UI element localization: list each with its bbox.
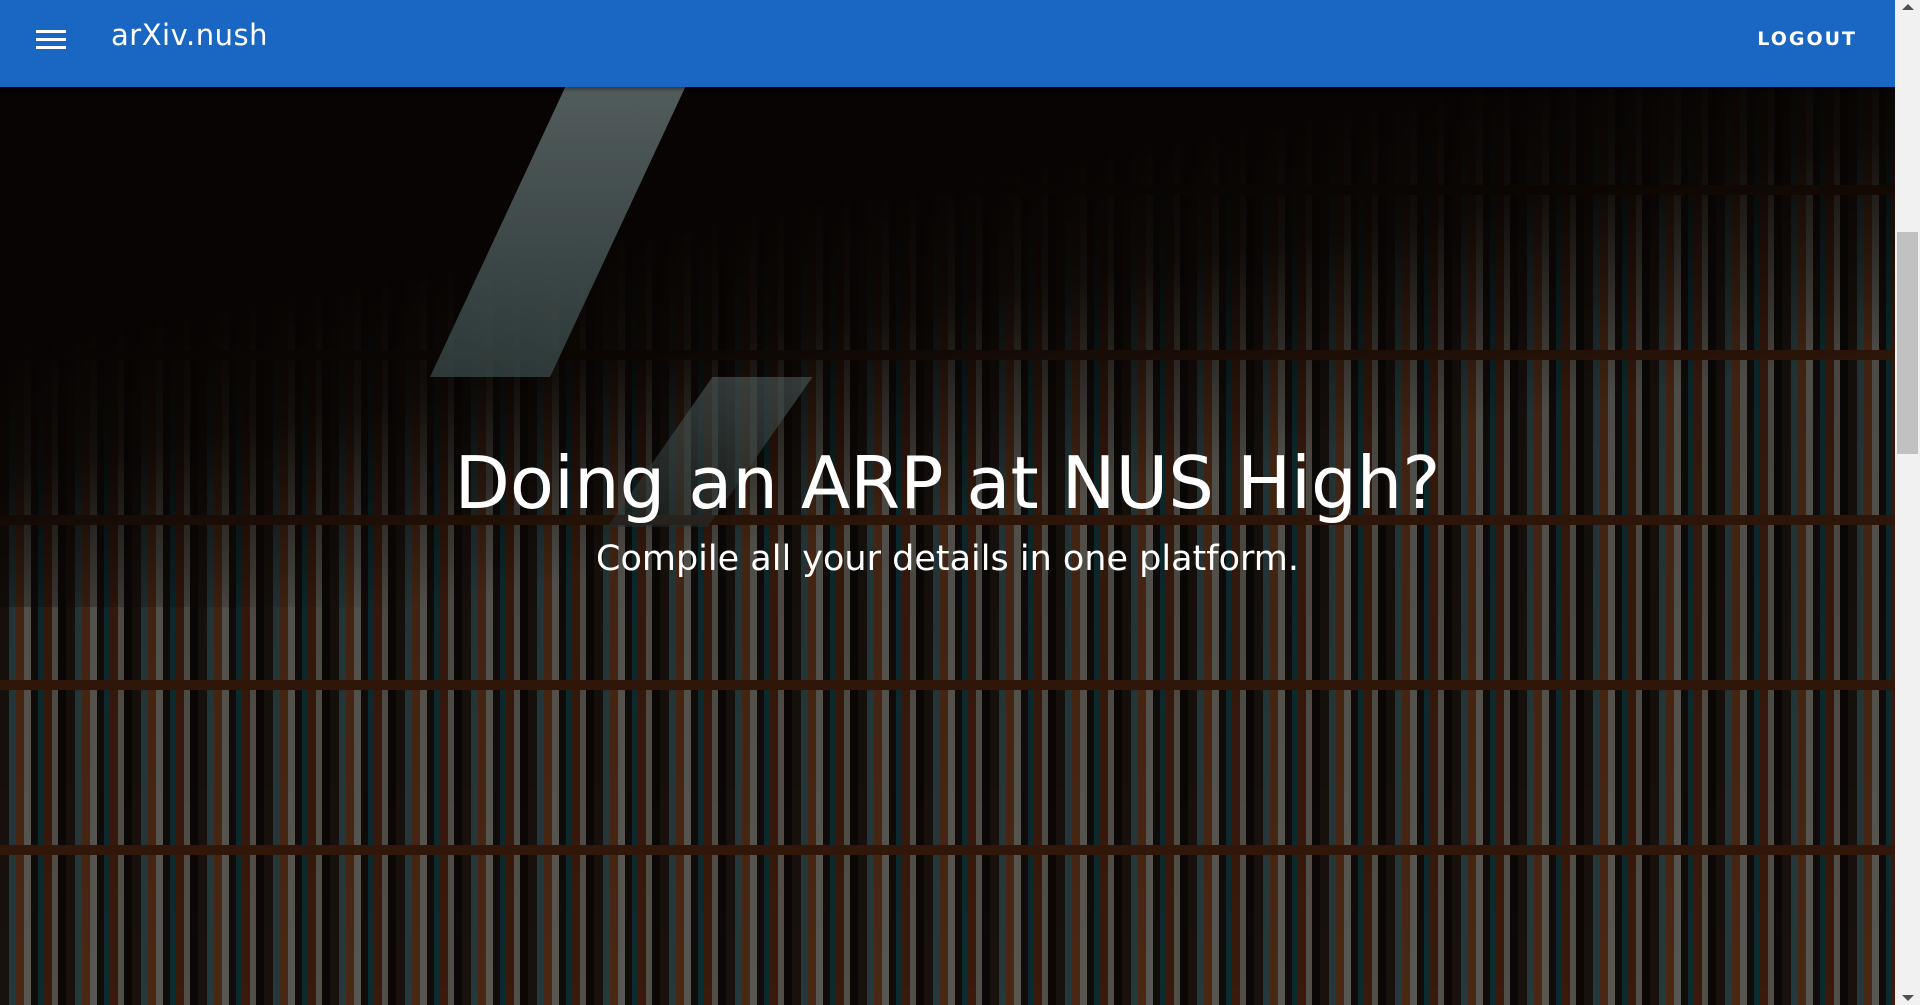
- vertical-scrollbar[interactable]: [1895, 0, 1920, 1005]
- app-title[interactable]: arXiv.nush: [111, 18, 268, 52]
- hamburger-menu-icon[interactable]: [36, 30, 66, 50]
- app-bar: arXiv.nush LOGOUT: [0, 0, 1895, 87]
- hero-subtitle: Compile all your details in one platform…: [596, 539, 1299, 579]
- logout-button[interactable]: LOGOUT: [1757, 28, 1857, 50]
- scrollbar-thumb[interactable]: [1897, 232, 1918, 454]
- hero-banner: Doing an ARP at NUS High? Compile all yo…: [0, 87, 1895, 1005]
- scroll-up-arrow-icon[interactable]: [1902, 4, 1914, 10]
- hero-headline: Doing an ARP at NUS High?: [454, 441, 1441, 525]
- scroll-down-arrow-icon[interactable]: [1902, 995, 1914, 1001]
